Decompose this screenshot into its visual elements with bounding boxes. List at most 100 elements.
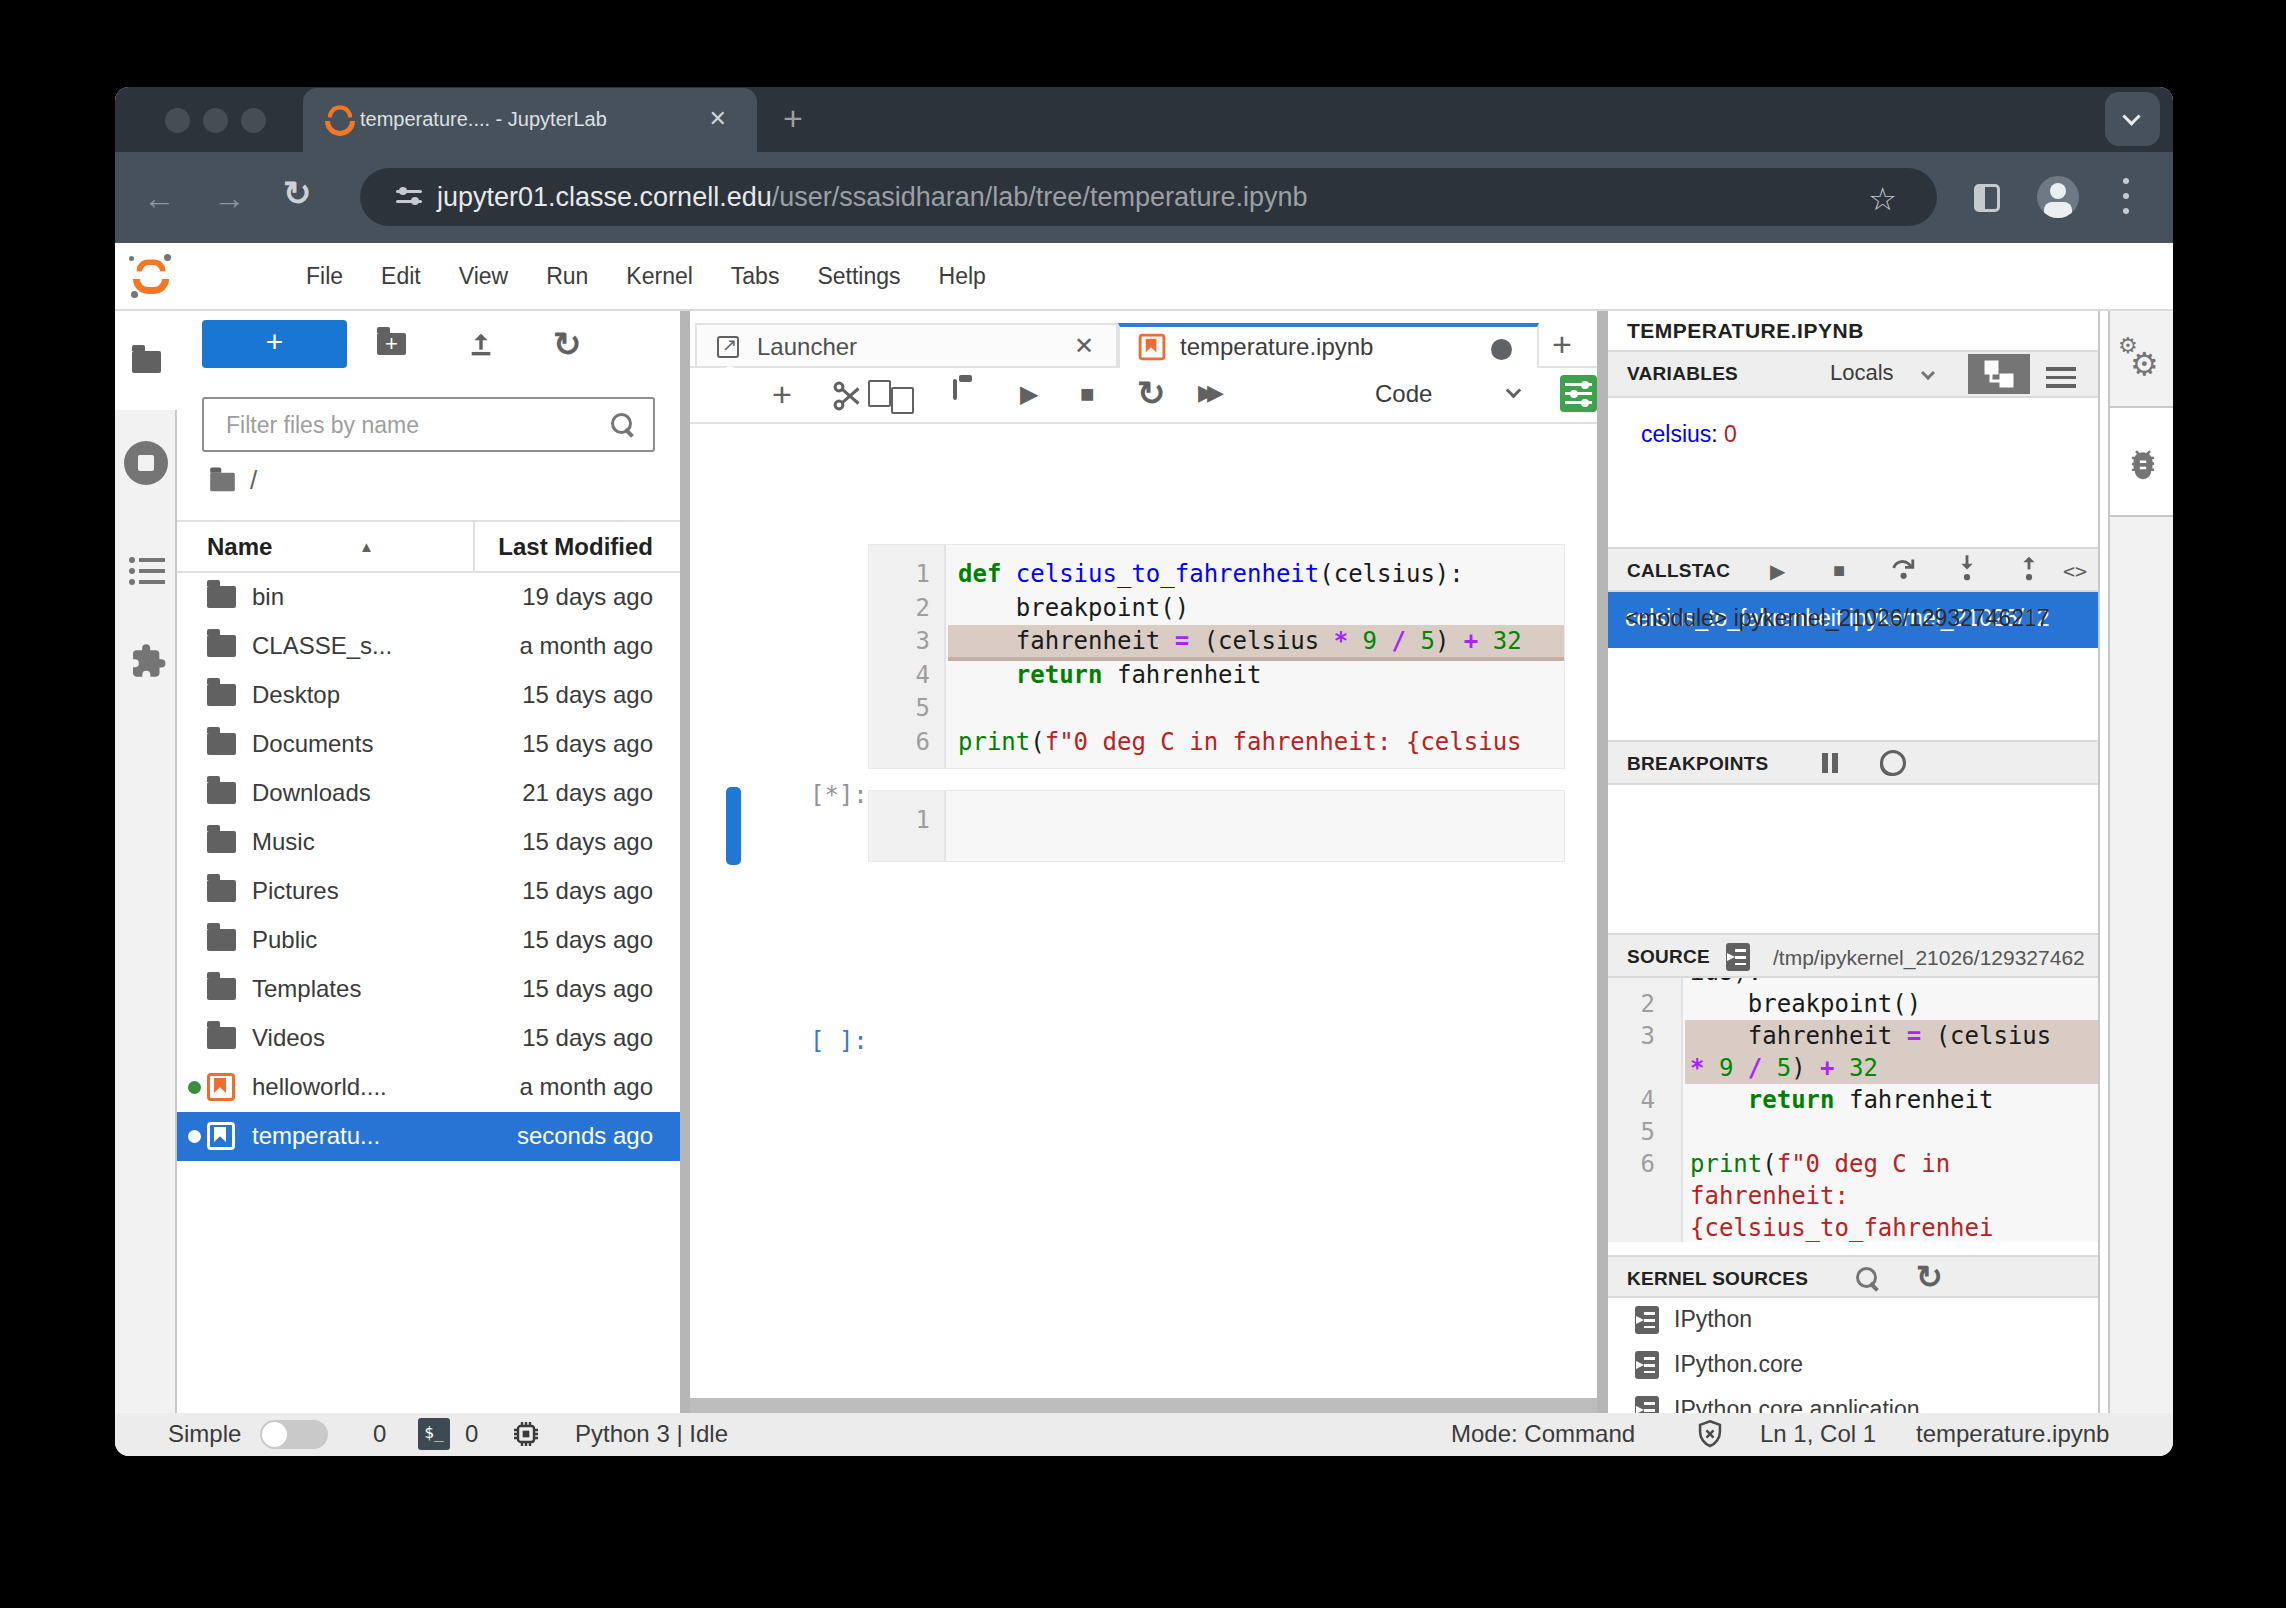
trust-shield-icon[interactable] — [1693, 1417, 1727, 1451]
filter-files-input[interactable]: Filter files by name — [202, 397, 655, 452]
back-icon[interactable]: ← — [143, 180, 175, 217]
cursor-position[interactable]: Ln 1, Col 1 — [1760, 1420, 1876, 1448]
add-tab-button[interactable]: + — [1552, 325, 1572, 364]
cell-type-select[interactable]: Code — [1375, 380, 1432, 408]
search-kernel-sources-icon[interactable] — [1856, 1267, 1880, 1291]
add-cell-icon[interactable]: + — [772, 377, 792, 411]
file-row-desktop[interactable]: Desktop15 days ago — [177, 671, 680, 720]
scope-chevron-icon[interactable] — [1923, 364, 1933, 382]
menu-tabs[interactable]: Tabs — [712, 263, 799, 290]
file-row-bin[interactable]: bin19 days ago — [177, 573, 680, 622]
table-of-contents-icon[interactable] — [129, 551, 169, 584]
step-in-icon[interactable] — [1950, 551, 1984, 585]
profile-avatar[interactable] — [2037, 176, 2079, 218]
paste-icon[interactable] — [953, 381, 957, 399]
tab-list-chevron-button[interactable] — [2105, 92, 2160, 146]
column-name[interactable]: Name — [207, 533, 272, 561]
property-inspector-tab[interactable]: ⚙⚙ — [2110, 311, 2173, 408]
tab-close-icon[interactable]: ✕ — [709, 106, 727, 132]
step-over-icon[interactable] — [1888, 551, 1922, 585]
callstack-section-header[interactable]: CALLSTAC ▶ ■ <> — [1608, 547, 2098, 592]
tab-close-icon[interactable]: ✕ — [1074, 332, 1094, 360]
traffic-light-minimize[interactable] — [203, 108, 228, 133]
stop-icon[interactable]: ■ — [1080, 380, 1095, 408]
source-code-view[interactable]: 23456 ius): breakpoint() fahrenheit = (c… — [1608, 978, 2098, 1242]
home-folder-icon[interactable] — [210, 473, 235, 492]
file-row-classe-s-[interactable]: CLASSE_s...a month ago — [177, 622, 680, 671]
file-row-temperatu-[interactable]: temperatu...seconds ago — [177, 1112, 680, 1161]
column-last-modified[interactable]: Last Modified — [498, 533, 653, 561]
simple-mode-toggle[interactable] — [260, 1420, 328, 1449]
refresh-icon[interactable]: ↻ — [553, 327, 582, 361]
cell-type-chevron-icon[interactable] — [1508, 382, 1519, 400]
variables-section-header[interactable]: VARIABLES Locals — [1608, 352, 2098, 398]
step-out-icon[interactable] — [2012, 551, 2046, 585]
tab-temperature-ipynb[interactable]: temperature.ipynb — [1118, 323, 1539, 370]
file-row-music[interactable]: Music15 days ago — [177, 818, 680, 867]
source-section-header[interactable]: SOURCE /tmp/ipykernel_21026/129327462 — [1608, 933, 2098, 978]
restart-kernel-icon[interactable]: ↻ — [1137, 376, 1166, 410]
browser-tab[interactable]: temperature.... - JupyterLab ✕ — [303, 88, 757, 152]
kernel-sources-section-header[interactable]: KERNEL SOURCES ↻ — [1608, 1255, 2098, 1298]
unsaved-dot-icon[interactable] — [1491, 339, 1512, 360]
site-settings-icon[interactable] — [396, 187, 422, 207]
variable-row[interactable]: celsius: 0 — [1641, 421, 1737, 448]
code-cell-1[interactable]: 123456 def celsius_to_fahrenheit(celsius… — [868, 544, 1565, 769]
menu-help[interactable]: Help — [920, 263, 1005, 290]
traffic-light-close[interactable] — [165, 108, 190, 133]
run-icon[interactable]: ▶ — [1020, 380, 1038, 408]
new-launcher-button[interactable]: + — [202, 320, 347, 368]
file-browser-icon[interactable] — [132, 351, 161, 373]
cut-icon[interactable] — [830, 378, 866, 414]
tab-launcher[interactable]: Launcher ✕ — [695, 323, 1118, 368]
extensions-icon[interactable] — [127, 641, 167, 681]
browser-menu-icon[interactable] — [2123, 176, 2129, 220]
breadcrumb[interactable]: / — [208, 471, 237, 497]
file-row-helloworld-[interactable]: helloworld....a month ago — [177, 1063, 680, 1112]
kernel-chip-icon[interactable] — [510, 1418, 542, 1450]
active-file-name[interactable]: temperature.ipynb — [1916, 1420, 2109, 1448]
terminate-icon[interactable]: ■ — [1833, 559, 1845, 582]
debugger-tab[interactable] — [2110, 408, 2173, 517]
debugger-toggle-icon[interactable] — [1560, 375, 1597, 412]
pause-on-exception-icon[interactable] — [1822, 753, 1838, 773]
panel-splitter-right[interactable] — [1597, 311, 1608, 1413]
file-row-videos[interactable]: Videos15 days ago — [177, 1014, 680, 1063]
file-row-downloads[interactable]: Downloads21 days ago — [177, 769, 680, 818]
upload-icon[interactable] — [465, 327, 497, 359]
address-bar[interactable]: jupyter01.classe.cornell.edu/user/ssasid… — [360, 168, 1937, 226]
breakpoints-section-header[interactable]: BREAKPOINTS — [1608, 740, 2098, 785]
bookmark-star-icon[interactable]: ☆ — [1868, 180, 1897, 218]
menu-kernel[interactable]: Kernel — [607, 263, 711, 290]
mode-indicator[interactable]: Mode: Command — [1451, 1420, 1635, 1448]
sort-ascending-icon[interactable]: ▲ — [359, 538, 374, 555]
callstack-frame[interactable]: <module> ipykernel_21026/12932746217 — [1608, 592, 2098, 648]
code-cell-2[interactable]: 1 — [868, 790, 1565, 862]
evaluate-code-icon[interactable]: <> — [2063, 559, 2087, 583]
kernel-source-ipython[interactable]: IPython — [1608, 1298, 2098, 1343]
refresh-kernel-sources-icon[interactable]: ↻ — [1916, 1261, 1943, 1293]
scope-select[interactable]: Locals — [1830, 360, 1894, 386]
menu-run[interactable]: Run — [527, 263, 607, 290]
menu-file[interactable]: File — [287, 263, 362, 290]
menu-view[interactable]: View — [440, 263, 527, 290]
side-panel-icon[interactable] — [1974, 184, 2000, 212]
reload-icon[interactable]: ↻ — [283, 176, 312, 210]
menu-edit[interactable]: Edit — [362, 263, 440, 290]
table-view-icon[interactable] — [2046, 362, 2076, 386]
kernel-status[interactable]: Python 3 | Idle — [575, 1420, 728, 1448]
continue-icon[interactable]: ▶ — [1770, 559, 1785, 583]
traffic-light-zoom[interactable] — [241, 108, 266, 133]
tree-view-button[interactable] — [1968, 354, 2030, 394]
restart-run-all-icon[interactable]: ▶▶ — [1198, 380, 1216, 406]
remove-breakpoints-icon[interactable] — [1880, 750, 1906, 776]
terminal-icon[interactable]: $_ — [418, 1418, 450, 1450]
menu-settings[interactable]: Settings — [798, 263, 919, 290]
active-cell-indicator[interactable] — [726, 787, 741, 865]
panel-splitter-left[interactable] — [680, 311, 690, 1413]
open-source-icon[interactable] — [1726, 943, 1750, 971]
file-row-documents[interactable]: Documents15 days ago — [177, 720, 680, 769]
url-text[interactable]: jupyter01.classe.cornell.edu/user/ssasid… — [437, 182, 1308, 213]
running-sessions-icon[interactable] — [124, 441, 168, 485]
kernel-source-ipython-core[interactable]: IPython.core — [1608, 1343, 2098, 1388]
